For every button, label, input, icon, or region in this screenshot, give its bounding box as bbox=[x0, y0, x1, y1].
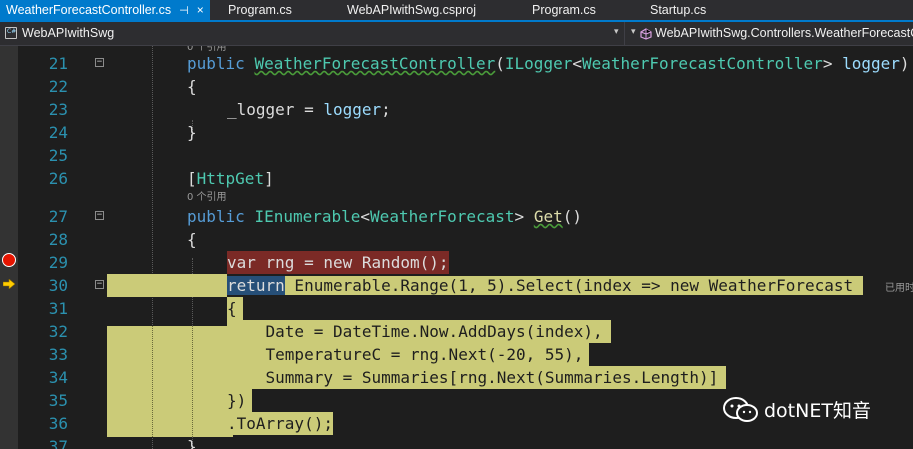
code-text: [ bbox=[187, 169, 197, 188]
line-number: 34 bbox=[48, 368, 68, 387]
constructor-name: WeatherForecastController bbox=[254, 54, 496, 73]
watermark-text: dotNET知音 bbox=[764, 400, 871, 422]
code-line-22[interactable]: 22 { bbox=[0, 75, 913, 98]
code-text: _logger = bbox=[227, 100, 324, 119]
document-tab-bar: WeatherForecastController.cs ⊣ × Program.c… bbox=[0, 0, 913, 22]
line-number: 30 bbox=[48, 276, 68, 295]
exec-code: { bbox=[227, 297, 243, 320]
line-number: 25 bbox=[48, 146, 68, 165]
line-number: 31 bbox=[48, 299, 68, 318]
param-name: logger bbox=[323, 100, 382, 119]
code-line-34[interactable]: 34 Summary = Summaries[rng.Next(Summarie… bbox=[0, 366, 913, 389]
collapse-icon[interactable]: − bbox=[95, 280, 104, 289]
line-number: 35 bbox=[48, 391, 68, 410]
exec-code: }) bbox=[227, 389, 253, 412]
code-line-25[interactable]: 25 bbox=[0, 144, 913, 167]
class-icon bbox=[640, 28, 652, 43]
type-name: WeatherForecastController bbox=[581, 54, 823, 73]
code-text: ] bbox=[264, 169, 274, 188]
line-number: 33 bbox=[48, 345, 68, 364]
execution-arrow-icon bbox=[3, 279, 15, 289]
line-number: 36 bbox=[48, 414, 68, 433]
type-name: ILogger bbox=[504, 54, 573, 73]
tab-webapiwithswg-csproj[interactable]: WebAPIwithSwg.csproj bbox=[347, 0, 476, 20]
tab-label: Program.cs bbox=[532, 3, 596, 17]
keyword: public bbox=[187, 54, 245, 73]
project-dropdown[interactable]: WebAPIwithSwg ▾ bbox=[0, 22, 625, 45]
tab-startup-cs[interactable]: Startup.cs bbox=[650, 0, 706, 20]
return-keyword: return bbox=[227, 276, 285, 295]
code-editor[interactable]: 0 个引用 21 − public WeatherForecastControl… bbox=[0, 46, 913, 449]
punct: < bbox=[360, 207, 371, 226]
exec-code: .ToArray(); bbox=[227, 412, 333, 435]
line-number: 32 bbox=[48, 322, 68, 341]
tab-weatherforecastcontroller[interactable]: WeatherForecastController.cs ⊣ × bbox=[0, 0, 210, 20]
codelens-references[interactable]: 0 个引用 bbox=[187, 192, 227, 204]
code-line-37[interactable]: 37 } bbox=[0, 435, 913, 449]
elapsed-time-hint: 已用时 bbox=[885, 283, 913, 294]
punct: > bbox=[822, 54, 843, 73]
line-number: 28 bbox=[48, 230, 68, 249]
tab-program-cs-2[interactable]: Program.cs bbox=[532, 0, 596, 20]
code-line-27[interactable]: 27 − public IEnumerable<WeatherForecast>… bbox=[0, 205, 913, 228]
breakpoint-code: var rng = new Random(); bbox=[227, 251, 449, 274]
param-name: logger bbox=[842, 54, 900, 73]
line-number: 22 bbox=[48, 77, 68, 96]
breakpoint-icon[interactable] bbox=[2, 253, 16, 267]
code-line-28[interactable]: 28 { bbox=[0, 228, 913, 251]
punct: ) bbox=[899, 54, 910, 73]
line-number: 37 bbox=[48, 437, 68, 449]
attribute-name: HttpGet bbox=[196, 169, 265, 188]
collapse-icon[interactable]: − bbox=[95, 211, 104, 220]
line-number: 23 bbox=[48, 100, 68, 119]
exec-code: Enumerable.Range(1, 5).Select(index => n… bbox=[284, 276, 863, 295]
type-name: IEnumerable bbox=[254, 207, 361, 226]
code-text: } bbox=[187, 437, 197, 449]
tab-program-cs[interactable]: Program.cs bbox=[228, 0, 292, 20]
line-number: 21 bbox=[48, 54, 68, 73]
punct: ( bbox=[495, 54, 505, 73]
tab-label: Program.cs bbox=[228, 3, 292, 17]
code-text: } bbox=[187, 123, 197, 142]
tab-label: Startup.cs bbox=[650, 3, 707, 17]
line-number: 27 bbox=[48, 207, 68, 226]
exec-code: TemperatureC = rng.Next(-20, 55), bbox=[227, 343, 590, 366]
tab-label: WeatherForecastController.cs bbox=[6, 3, 172, 17]
code-line-21[interactable]: 21 − public WeatherForecastController(IL… bbox=[0, 52, 913, 75]
line-number: 29 bbox=[48, 253, 68, 272]
pin-icon[interactable]: ⊣ bbox=[179, 5, 189, 17]
code-line-33[interactable]: 33 TemperatureC = rng.Next(-20, 55), bbox=[0, 343, 913, 366]
code-line-23[interactable]: 23 _logger = logger; bbox=[0, 98, 913, 121]
keyword: public bbox=[187, 207, 245, 226]
exec-code: Summary = Summaries[rng.Next(Summaries.L… bbox=[227, 366, 727, 389]
code-line-30[interactable]: 30 − return Enumerable.Range(1, 5).Selec… bbox=[0, 274, 913, 297]
tab-label: WebAPIwithSwg.csproj bbox=[347, 3, 476, 17]
punct: () bbox=[562, 207, 582, 226]
code-line-24[interactable]: 24 } bbox=[0, 121, 913, 144]
collapse-icon[interactable]: − bbox=[95, 58, 104, 67]
line-number: 26 bbox=[48, 169, 68, 188]
code-line-31[interactable]: 31 { bbox=[0, 297, 913, 320]
exec-code: Date = DateTime.Now.AddDays(index), bbox=[227, 320, 611, 343]
code-text: { bbox=[187, 77, 197, 96]
exec-indent bbox=[107, 274, 227, 297]
code-line-29[interactable]: 29 var rng = new Random(); bbox=[0, 251, 913, 274]
punct: > bbox=[514, 207, 534, 226]
code-line-32[interactable]: 32 Date = DateTime.Now.AddDays(index), bbox=[0, 320, 913, 343]
wechat-logo-icon bbox=[723, 397, 758, 422]
line-number: 24 bbox=[48, 123, 68, 142]
project-name: WebAPIwithSwg bbox=[22, 26, 115, 40]
chevron-down-icon: ▾ bbox=[631, 26, 636, 36]
punct: < bbox=[572, 54, 582, 73]
type-name: WeatherForecast bbox=[370, 207, 515, 226]
code-line-26[interactable]: 26 [HttpGet] bbox=[0, 167, 913, 190]
chevron-down-icon: ▾ bbox=[614, 26, 619, 36]
class-path: WebAPIwithSwg.Controllers.WeatherForecas… bbox=[655, 26, 913, 40]
navigation-bar: WebAPIwithSwg ▾ ▾ WebAPIwithSwg.Controll… bbox=[0, 22, 913, 46]
method-name: Get bbox=[533, 207, 563, 226]
code-text: ; bbox=[381, 100, 391, 119]
code-text: { bbox=[187, 230, 197, 249]
csharp-project-icon bbox=[5, 27, 17, 39]
close-icon[interactable]: × bbox=[197, 3, 204, 17]
